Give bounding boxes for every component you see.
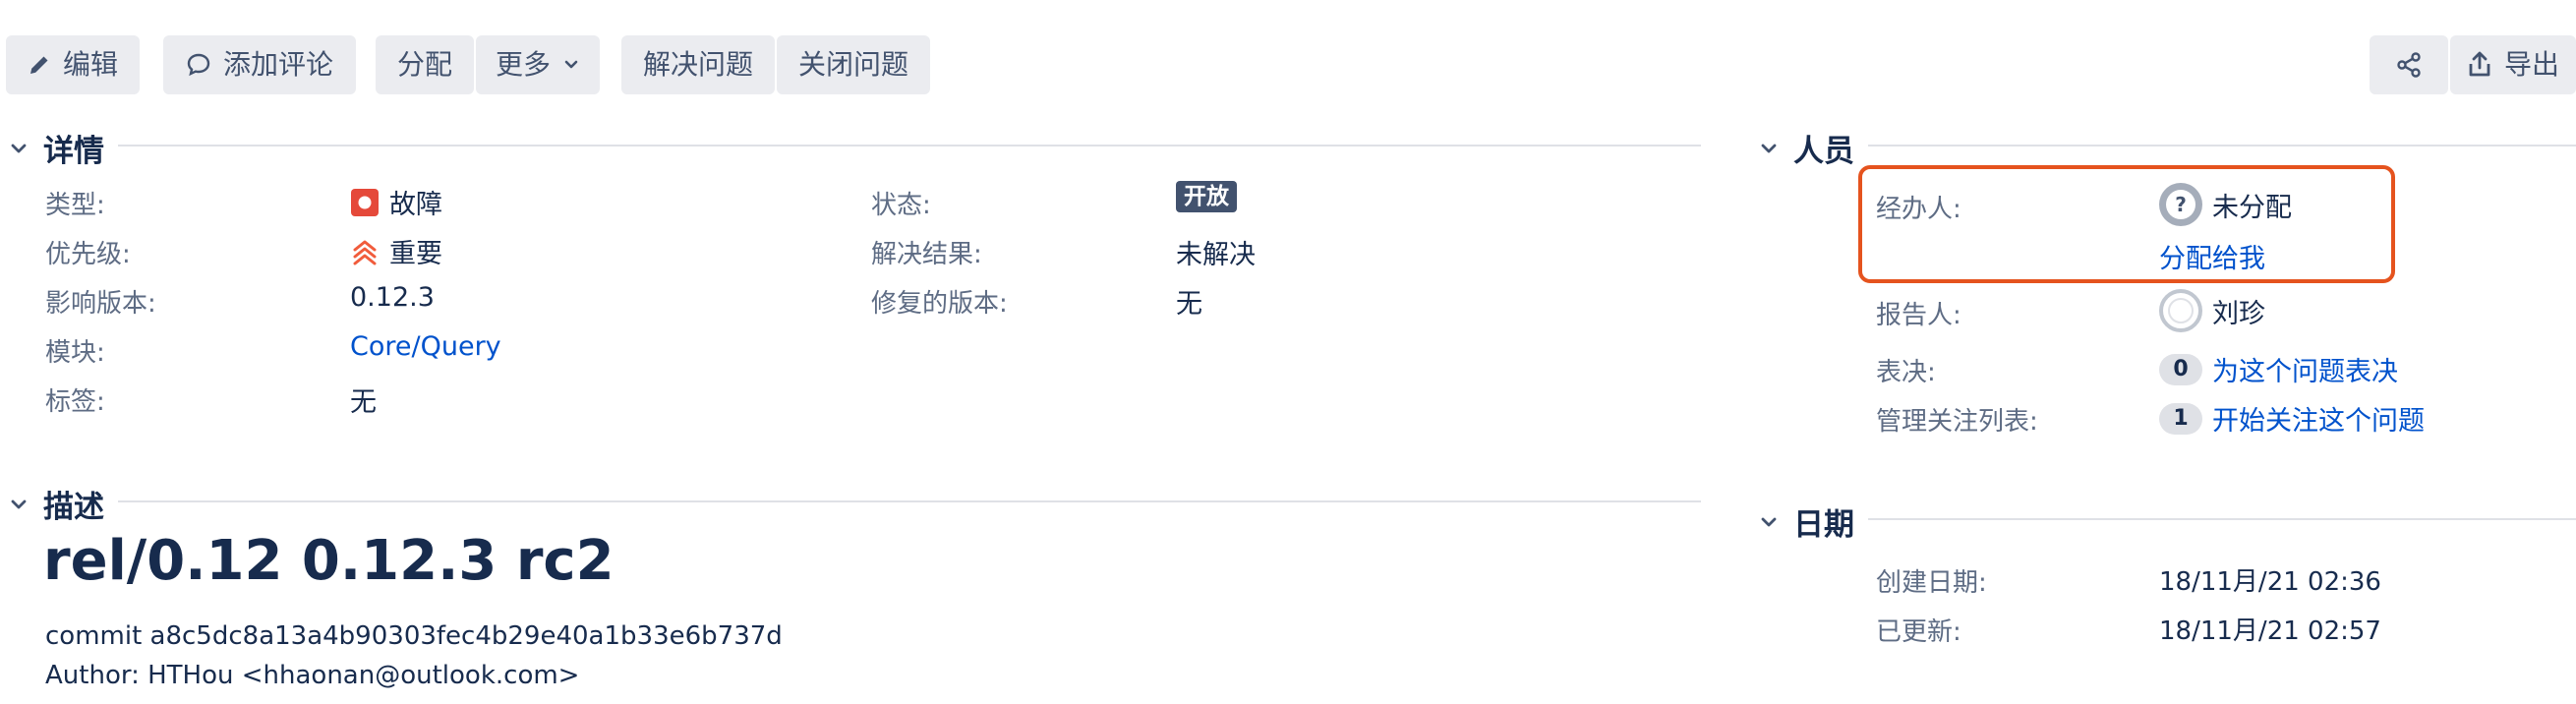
watchers-count-badge: 1 bbox=[2159, 402, 2202, 435]
priority-label: 优先级: bbox=[45, 240, 131, 269]
edit-label: 编辑 bbox=[62, 48, 118, 81]
type-value: 故障 bbox=[350, 183, 442, 221]
priority-text: 重要 bbox=[389, 239, 442, 269]
assignee-label: 经办人: bbox=[1876, 195, 1961, 224]
affects-version-value[interactable]: 0.12.3 bbox=[350, 282, 435, 313]
votes-label: 表决: bbox=[1876, 358, 1936, 387]
watchers-label: 管理关注列表: bbox=[1876, 407, 2038, 437]
priority-critical-icon bbox=[353, 240, 377, 264]
details-section-header[interactable]: 详情 bbox=[8, 126, 104, 170]
add-comment-label: 添加评论 bbox=[222, 48, 333, 81]
bug-icon bbox=[351, 188, 379, 216]
assignee-value: ? 未分配 bbox=[2159, 183, 2292, 226]
status-value: 开放 bbox=[1176, 181, 1237, 212]
resolution-value: 未解决 bbox=[1176, 240, 1256, 270]
export-label: 导出 bbox=[2503, 48, 2559, 81]
share-button[interactable] bbox=[2370, 35, 2448, 94]
watch-issue-link[interactable]: 开始关注这个问题 bbox=[2212, 399, 2425, 438]
reporter-value: 刘珍 bbox=[2159, 289, 2265, 332]
chevron-down-icon bbox=[1761, 144, 1777, 152]
chevron-down-icon bbox=[11, 144, 27, 152]
updated-label: 已更新: bbox=[1876, 617, 1961, 647]
watchers-value: 1 开始关注这个问题 bbox=[2159, 399, 2425, 438]
more-button[interactable]: 更多 bbox=[476, 35, 600, 94]
priority-value: 重要 bbox=[350, 232, 442, 270]
vote-issue-link[interactable]: 为这个问题表决 bbox=[2212, 350, 2398, 388]
updated-value: 18/11月/21 02:57 bbox=[2159, 616, 2381, 646]
edit-button[interactable]: 编辑 bbox=[6, 35, 140, 94]
description-title: 描述 bbox=[43, 490, 104, 525]
export-button[interactable]: 导出 bbox=[2450, 35, 2576, 94]
type-text: 故障 bbox=[389, 190, 442, 220]
more-label: 更多 bbox=[495, 48, 551, 81]
export-icon bbox=[2469, 51, 2490, 77]
status-label: 状态: bbox=[871, 191, 931, 220]
resolution-label: 解决结果: bbox=[871, 240, 982, 269]
description-divider bbox=[118, 500, 1701, 502]
share-icon bbox=[2397, 52, 2421, 78]
status-badge: 开放 bbox=[1176, 181, 1237, 212]
dates-divider bbox=[1868, 518, 2576, 520]
description-commit-line: commit a8c5dc8a13a4b90303fec4b29e40a1b33… bbox=[45, 621, 783, 651]
reporter-text[interactable]: 刘珍 bbox=[2212, 292, 2265, 330]
fix-version-label: 修复的版本: bbox=[871, 289, 1008, 319]
resolve-issue-button[interactable]: 解决问题 bbox=[621, 35, 775, 94]
component-link[interactable]: Core/Query bbox=[350, 331, 501, 362]
assign-to-me-link[interactable]: 分配给我 bbox=[2159, 237, 2265, 275]
affects-version-label: 影响版本: bbox=[45, 289, 156, 319]
chevron-down-icon bbox=[11, 499, 27, 508]
pencil-icon bbox=[29, 56, 48, 74]
labels-value: 无 bbox=[350, 387, 377, 418]
details-divider bbox=[118, 145, 1701, 147]
details-title: 详情 bbox=[43, 134, 104, 169]
assign-button[interactable]: 分配 bbox=[376, 35, 474, 94]
fix-version-value: 无 bbox=[1176, 289, 1202, 320]
description-section-header[interactable]: 描述 bbox=[8, 482, 104, 526]
people-section-header[interactable]: 人员 bbox=[1758, 126, 1854, 170]
add-comment-button[interactable]: 添加评论 bbox=[163, 35, 356, 94]
type-label: 类型: bbox=[45, 191, 105, 220]
description-author-line: Author: HTHou <hhaonan@outlook.com> bbox=[45, 661, 580, 690]
reporter-avatar bbox=[2159, 289, 2202, 332]
assignee-text: 未分配 bbox=[2212, 192, 2292, 223]
resolve-issue-label: 解决问题 bbox=[642, 48, 753, 81]
votes-value: 0 为这个问题表决 bbox=[2159, 350, 2398, 388]
reporter-label: 报告人: bbox=[1876, 301, 1961, 330]
dates-title: 日期 bbox=[1793, 507, 1854, 543]
assign-label: 分配 bbox=[396, 48, 452, 81]
people-title: 人员 bbox=[1793, 134, 1854, 169]
close-issue-label: 关闭问题 bbox=[797, 48, 908, 81]
description-heading: rel/0.12 0.12.3 rc2 bbox=[43, 529, 615, 593]
votes-count-badge: 0 bbox=[2159, 353, 2202, 385]
labels-label: 标签: bbox=[45, 387, 105, 417]
unassigned-avatar-icon: ? bbox=[2159, 183, 2202, 226]
comment-icon bbox=[187, 53, 210, 77]
people-divider bbox=[1868, 145, 2576, 147]
dates-section-header[interactable]: 日期 bbox=[1758, 499, 1854, 544]
close-issue-button[interactable]: 关闭问题 bbox=[777, 35, 930, 94]
component-label: 模块: bbox=[45, 338, 105, 368]
created-label: 创建日期: bbox=[1876, 568, 1987, 598]
created-value: 18/11月/21 02:36 bbox=[2159, 567, 2381, 597]
chevron-down-icon bbox=[1761, 517, 1777, 526]
chevron-down-icon bbox=[564, 60, 578, 69]
